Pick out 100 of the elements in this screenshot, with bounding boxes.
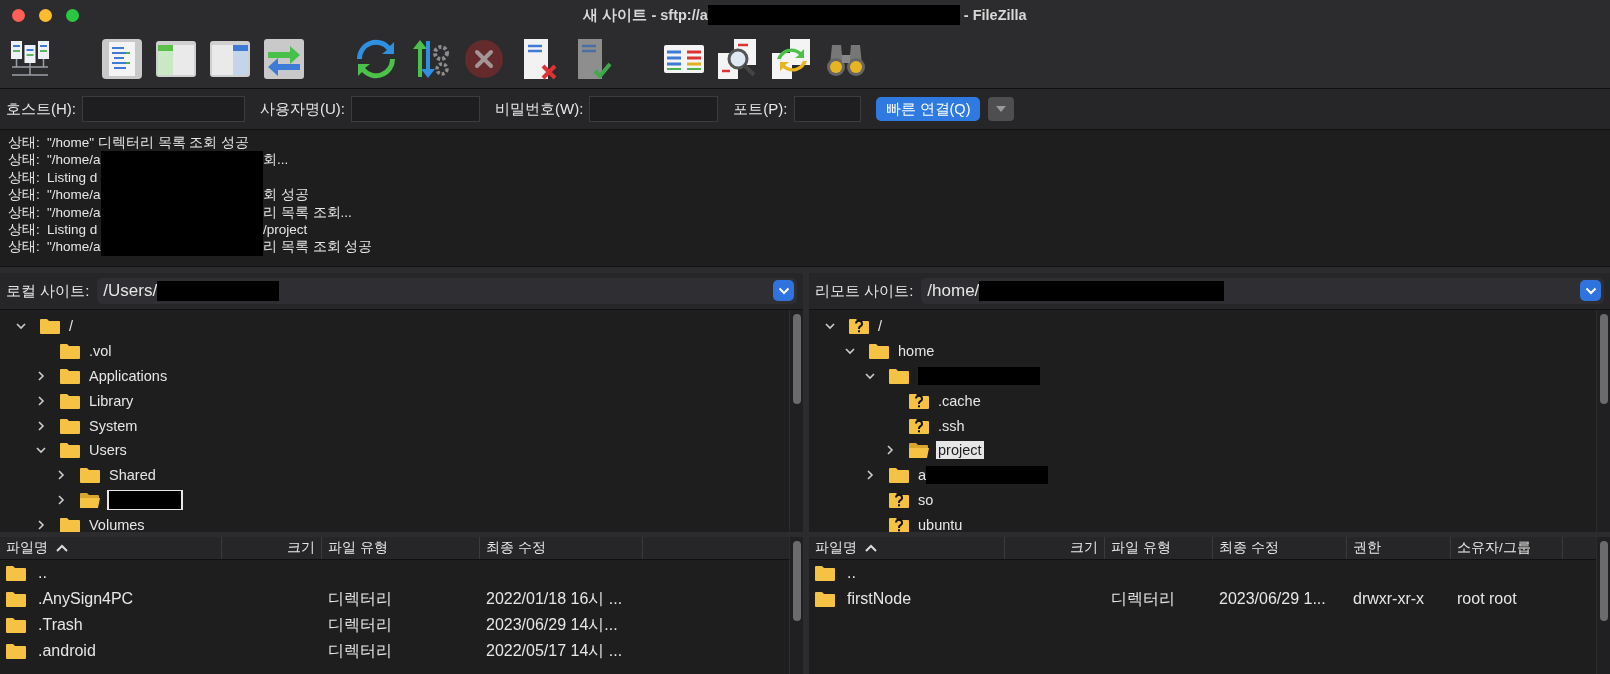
tree-item[interactable]: / [67,317,76,336]
scrollbar[interactable] [1596,310,1610,532]
toolbar-button[interactable] [100,37,144,81]
folder-icon [60,368,80,384]
chevron-down-icon[interactable] [16,321,26,332]
chevron-right-icon[interactable] [36,371,46,381]
dropdown-button[interactable] [773,280,794,301]
minimize-button[interactable] [39,8,52,22]
folder-icon [60,392,80,409]
tree-item[interactable]: .vol [87,342,114,361]
toolbar-button[interactable] [262,37,306,81]
column-header[interactable]: 크기 [222,537,322,559]
log-prefix: 상태: [8,134,41,152]
chevron-down-icon [1584,286,1597,295]
input-field[interactable] [82,96,245,122]
folder-icon [815,591,835,607]
table-cell-text: 디렉터리 [328,614,392,635]
column-header[interactable]: 소유자/그룹 [1451,537,1563,559]
folder-icon [6,643,26,659]
log-message: "/home/a [47,187,101,203]
log-message: 회 성공 [263,186,309,204]
chevron-right-icon[interactable] [36,519,46,530]
chevron-right-icon[interactable] [865,470,875,481]
path-combobox[interactable]: /Users/ [97,278,797,304]
column-header[interactable]: 권한 [1347,537,1451,559]
quickconnect-button[interactable]: 빠른 연결(Q) [875,97,981,121]
chevron-down-icon[interactable] [36,445,46,456]
chevron-right-icon[interactable] [36,395,46,406]
table-cell: 2023/06/29 1... [1219,590,1326,608]
tree-item[interactable]: Shared [107,466,158,485]
scrollbar[interactable] [1596,537,1610,674]
folder-icon [60,417,80,434]
unknown-folder-icon [909,417,929,434]
tree-item[interactable]: .ssh [936,416,967,435]
column-header[interactable]: 파일 유형 [322,537,480,559]
tree-item[interactable]: so [916,490,936,509]
chevron-right-icon[interactable] [56,470,66,481]
folder-icon [60,442,80,459]
unknown-folder-icon [849,318,869,335]
field-label: 포트(P): [733,99,788,119]
table-cell: drwxr-xr-x [1353,590,1425,608]
input-field[interactable] [351,96,480,122]
toolbar-button[interactable] [354,37,398,81]
open-folder-icon [909,442,929,459]
path-combobox[interactable]: /home/ [921,278,1604,304]
table-cell-text: 2022/05/17 14시 ... [486,640,623,661]
table-cell: .. [38,564,47,582]
log-message: 리 목록 조회... [263,203,352,222]
folder-icon [889,467,909,484]
tree-item[interactable]: System [87,416,140,435]
chevron-down-icon[interactable] [825,321,835,332]
folder-icon [80,467,100,484]
input-field[interactable] [793,96,861,122]
site-label: 리모트 사이트: [815,281,914,301]
log-prefix: 상태: [8,151,41,169]
folder-icon [815,565,835,581]
tree-item[interactable]: project [936,441,984,460]
log-message: 리 목록 조회 성공 [263,238,373,256]
tree-item[interactable]: Volumes [87,515,147,532]
log-message: 회... [263,151,289,169]
column-header[interactable]: 크기 [1005,537,1105,559]
chevron-down-icon[interactable] [865,371,875,381]
folder-icon [6,591,26,607]
log-prefix: 상태: [8,221,41,239]
tree-item[interactable]: home [896,342,937,361]
transfer-arrows-icon [262,37,306,81]
tree-item[interactable]: .cache [936,391,983,410]
column-header[interactable]: 최종 수정 [1213,537,1347,559]
table-cell-text: 2023/06/29 14시... [486,614,618,635]
scrollbar[interactable] [789,310,803,532]
scrollbar[interactable] [789,537,803,674]
open-folder-icon [80,491,100,508]
tree-item[interactable]: a [916,465,1051,486]
chevron-right-icon[interactable] [885,445,895,456]
table-cell: .. [847,564,856,582]
unknown-folder-icon [889,491,909,508]
input-field[interactable] [589,96,719,122]
chevron-right-icon[interactable] [36,420,46,431]
window-title: - FileZilla [963,7,1027,23]
tree-item[interactable]: Applications [87,367,170,385]
column-header[interactable]: 파일명 [0,537,222,559]
sort-up-icon [56,544,68,552]
dropdown-button[interactable] [1580,280,1601,301]
tree-item[interactable]: / [876,317,885,336]
tree-item[interactable]: Library [87,391,136,410]
log-message: "/home/a [47,152,101,168]
column-header[interactable]: 최종 수정 [480,537,643,559]
table-cell: .Trash [38,616,83,634]
log-message: /project [263,221,308,239]
chevron-down-icon[interactable] [845,346,855,357]
column-header[interactable]: 파일 유형 [1105,537,1213,559]
zoom-button[interactable] [66,8,79,22]
chevron-right-icon[interactable] [56,494,66,505]
table-cell: root root [1457,590,1517,608]
close-button[interactable] [12,8,25,22]
log-prefix: 상태: [8,203,41,222]
log-prefix: 상태: [8,238,41,256]
tree-item[interactable]: Users [87,441,129,460]
tree-item[interactable]: ubuntu [916,515,965,532]
column-header[interactable]: 파일명 [809,537,1005,559]
